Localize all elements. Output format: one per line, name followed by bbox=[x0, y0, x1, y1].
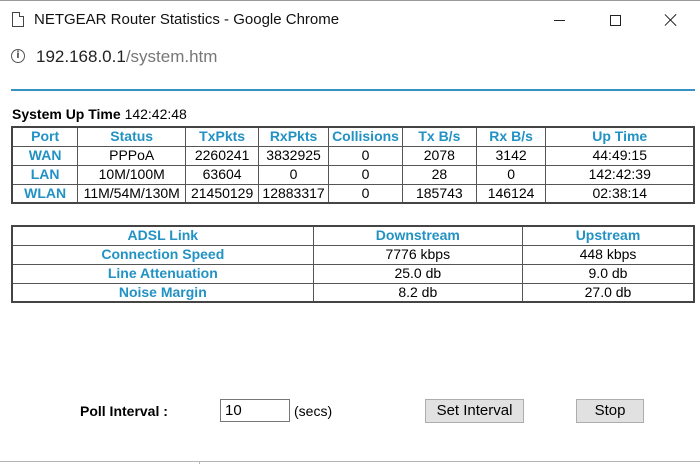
status-cell: PPPoA bbox=[77, 145, 187, 166]
txbs-cell: 28 bbox=[402, 164, 477, 185]
table-row: Line Attenuation 25.0 db 9.0 db bbox=[11, 263, 695, 284]
collisions-cell: 0 bbox=[328, 183, 403, 204]
table-row: Connection Speed 7776 kbps 448 kbps bbox=[11, 244, 695, 265]
col-header-port: Port bbox=[11, 126, 79, 147]
col-header-txpkts: TxPkts bbox=[185, 126, 260, 147]
url-text[interactable]: 192.168.0.1/system.htm bbox=[36, 47, 217, 67]
uptime-cell: 44:49:15 bbox=[545, 145, 695, 166]
table-row: Noise Margin 8.2 db 27.0 db bbox=[11, 282, 695, 303]
txpkts-cell: 2260241 bbox=[185, 145, 260, 166]
minimize-button[interactable] bbox=[536, 1, 582, 39]
upstream-cell: 27.0 db bbox=[521, 282, 695, 303]
rxbs-cell: 0 bbox=[475, 164, 547, 185]
rxpkts-cell: 3832925 bbox=[258, 145, 330, 166]
port-cell: WLAN bbox=[11, 183, 79, 204]
system-uptime-value: 142:42:48 bbox=[124, 106, 187, 122]
col-header-status: Status bbox=[77, 126, 187, 147]
collisions-cell: 0 bbox=[328, 145, 403, 166]
uptime-cell: 02:38:14 bbox=[545, 183, 695, 204]
table-row: LAN 10M/100M 63604 0 0 28 0 142:42:39 bbox=[11, 164, 695, 185]
col-header-txbs: Tx B/s bbox=[402, 126, 477, 147]
adsl-link-table: ADSL Link Downstream Upstream Connection… bbox=[11, 225, 695, 303]
upstream-cell: 9.0 db bbox=[521, 263, 695, 284]
maximize-button[interactable] bbox=[592, 1, 638, 39]
table-row: WLAN 11M/54M/130M 21450129 12883317 0 18… bbox=[11, 183, 695, 204]
rxpkts-cell: 12883317 bbox=[258, 183, 330, 204]
stop-button[interactable]: Stop bbox=[576, 399, 644, 423]
close-button[interactable] bbox=[648, 1, 694, 39]
port-statistics-table: Port Status TxPkts RxPkts Collisions Tx … bbox=[11, 126, 695, 204]
page-icon bbox=[12, 12, 24, 27]
window-title: NETGEAR Router Statistics - Google Chrom… bbox=[34, 11, 340, 28]
set-interval-button[interactable]: Set Interval bbox=[425, 399, 524, 423]
maximize-icon bbox=[609, 14, 621, 26]
table-header-row: Port Status TxPkts RxPkts Collisions Tx … bbox=[11, 126, 695, 147]
txbs-cell: 185743 bbox=[402, 183, 477, 204]
system-uptime-label: System Up Time bbox=[12, 106, 121, 122]
poll-interval-input[interactable] bbox=[220, 399, 290, 422]
adsl-metric-cell: Line Attenuation bbox=[11, 263, 314, 284]
minimize-icon bbox=[553, 19, 565, 21]
system-uptime: System Up Time 142:42:48 bbox=[12, 106, 187, 122]
header-divider bbox=[11, 89, 695, 91]
downstream-cell: 25.0 db bbox=[312, 263, 523, 284]
close-icon bbox=[664, 13, 678, 27]
collisions-cell: 0 bbox=[328, 164, 403, 185]
table-row: WAN PPPoA 2260241 3832925 0 2078 3142 44… bbox=[11, 145, 695, 166]
info-icon[interactable]: i bbox=[11, 49, 25, 63]
port-cell: LAN bbox=[11, 164, 79, 185]
poll-interval-label: Poll Interval : bbox=[80, 403, 168, 419]
col-header-rxpkts: RxPkts bbox=[258, 126, 330, 147]
url-path: /system.htm bbox=[125, 47, 218, 66]
txpkts-cell: 21450129 bbox=[185, 183, 260, 204]
rxpkts-cell: 0 bbox=[258, 164, 330, 185]
poll-unit-label: (secs) bbox=[294, 403, 333, 419]
rxbs-cell: 3142 bbox=[475, 145, 547, 166]
port-cell: WAN bbox=[11, 145, 79, 166]
window-bottom-border bbox=[0, 461, 700, 462]
url-host: 192.168.0.1 bbox=[36, 47, 126, 66]
col-header-rxbs: Rx B/s bbox=[475, 126, 547, 147]
upstream-cell: 448 kbps bbox=[521, 244, 695, 265]
rxbs-cell: 146124 bbox=[475, 183, 547, 204]
title-bar: NETGEAR Router Statistics - Google Chrom… bbox=[0, 0, 700, 38]
status-cell: 11M/54M/130M bbox=[77, 183, 187, 204]
col-header-uptime: Up Time bbox=[545, 126, 695, 147]
downstream-cell: 7776 kbps bbox=[312, 244, 523, 265]
table-header-row: ADSL Link Downstream Upstream bbox=[11, 225, 695, 246]
col-header-adsl-link: ADSL Link bbox=[11, 225, 314, 246]
adsl-metric-cell: Noise Margin bbox=[11, 282, 314, 303]
status-cell: 10M/100M bbox=[77, 164, 187, 185]
downstream-cell: 8.2 db bbox=[312, 282, 523, 303]
adsl-metric-cell: Connection Speed bbox=[11, 244, 314, 265]
col-header-upstream: Upstream bbox=[521, 225, 695, 246]
address-bar[interactable]: i 192.168.0.1/system.htm bbox=[0, 38, 700, 76]
txpkts-cell: 63604 bbox=[185, 164, 260, 185]
txbs-cell: 2078 bbox=[402, 145, 477, 166]
col-header-downstream: Downstream bbox=[312, 225, 523, 246]
uptime-cell: 142:42:39 bbox=[545, 164, 695, 185]
col-header-collisions: Collisions bbox=[328, 126, 403, 147]
